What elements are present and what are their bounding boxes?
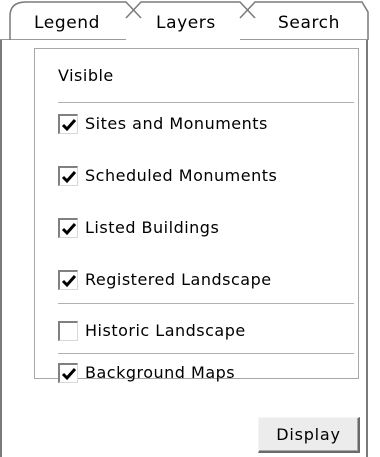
layer-label: Registered Landscape: [85, 270, 272, 289]
layer-label: Sites and Monuments: [85, 114, 268, 133]
divider: [58, 303, 354, 304]
layer-item-listed-buildings[interactable]: Listed Buildings: [58, 218, 348, 242]
tab-bar: Legend Layers Search: [0, 0, 380, 40]
checkmark-icon: [61, 368, 77, 381]
layer-label: Background Maps: [85, 363, 236, 382]
tab-legend[interactable]: Legend: [34, 13, 100, 33]
checkbox[interactable]: [58, 363, 78, 383]
checkbox[interactable]: [58, 218, 78, 238]
layer-item-scheduled-monuments[interactable]: Scheduled Monuments: [58, 166, 348, 190]
checkmark-icon: [61, 171, 77, 184]
tab-layers[interactable]: Layers: [156, 13, 216, 33]
layer-item-background-maps[interactable]: Background Maps: [58, 363, 348, 387]
divider: [58, 353, 354, 354]
checkbox[interactable]: [58, 114, 78, 134]
checkbox[interactable]: [58, 270, 78, 290]
layer-label: Historic Landscape: [85, 321, 246, 340]
display-button[interactable]: Display: [258, 417, 360, 453]
checkbox[interactable]: [58, 166, 78, 186]
layer-label: Listed Buildings: [85, 218, 220, 237]
checkbox[interactable]: [58, 321, 78, 341]
layer-control-panel: Legend Layers Search Visible Sites and M…: [0, 0, 380, 457]
layers-tab-panel: Visible Sites and Monuments Scheduled Mo…: [0, 40, 368, 457]
checkmark-icon: [61, 275, 77, 288]
group-title: Visible: [58, 66, 114, 85]
checkmark-icon: [61, 119, 77, 132]
tab-search[interactable]: Search: [278, 13, 340, 33]
layer-item-historic-landscape[interactable]: Historic Landscape: [58, 321, 348, 345]
visible-layers-group: Visible Sites and Monuments Scheduled Mo…: [34, 48, 359, 383]
checkmark-icon: [61, 223, 77, 236]
layer-item-registered-landscape[interactable]: Registered Landscape: [58, 270, 348, 294]
layer-label: Scheduled Monuments: [85, 166, 278, 185]
layer-item-sites-and-monuments[interactable]: Sites and Monuments: [58, 114, 348, 138]
divider: [58, 102, 354, 103]
